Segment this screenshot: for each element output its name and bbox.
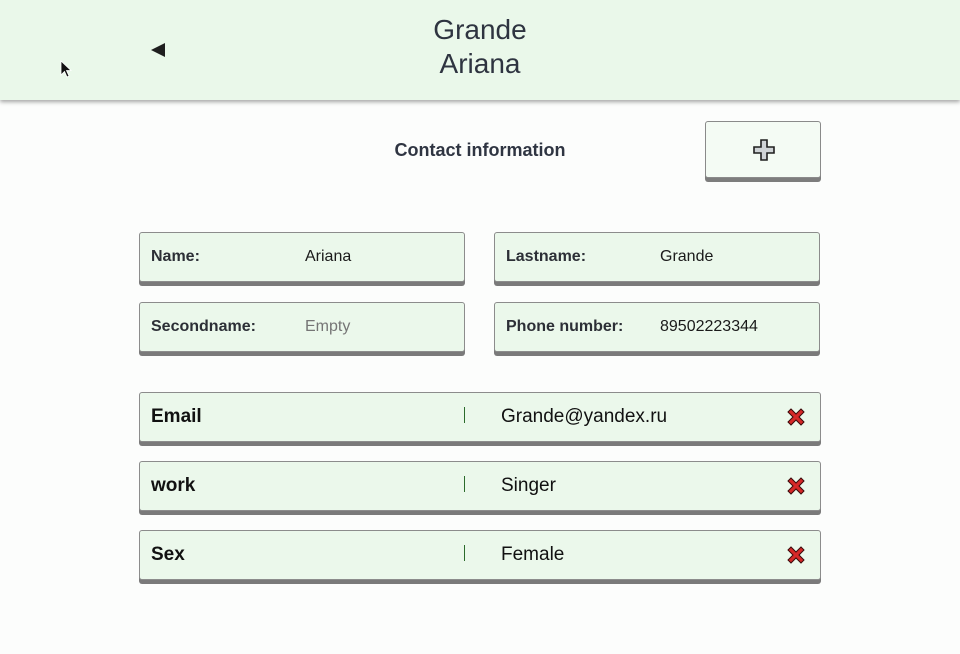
mouse-cursor-icon [60,60,73,83]
name-label: Name: [151,248,200,265]
back-triangle-icon [151,43,165,57]
row-key: work [151,475,196,496]
plus-icon [753,139,775,161]
phone-input[interactable] [660,318,810,336]
delete-x-icon[interactable] [785,406,807,428]
back-button[interactable] [148,40,170,60]
row-divider [464,545,465,561]
lastname-input[interactable] [660,248,810,266]
row-key: Email [151,406,202,427]
app-header: Grande Ariana [0,0,960,100]
name-field: Name: [139,232,465,282]
extra-field-row-sex: Sex Female [139,530,821,580]
name-input[interactable] [305,248,455,266]
secondname-input[interactable] [305,318,455,336]
extra-field-row-email: Email Grande@yandex.ru [139,392,821,442]
title-line-firstname: Ariana [439,48,521,79]
delete-x-icon[interactable] [785,475,807,497]
extra-field-row-work: work Singer [139,461,821,511]
row-value[interactable]: Female [501,544,564,566]
lastname-field: Lastname: [494,232,820,282]
row-divider [464,407,465,423]
contact-name-title: Grande Ariana [330,13,630,81]
add-field-button[interactable] [705,121,821,178]
title-line-lastname: Grande [433,14,527,45]
lastname-label: Lastname: [506,248,587,265]
secondname-field: Secondname: [139,302,465,352]
delete-x-icon[interactable] [785,544,807,566]
row-key: Sex [151,544,185,565]
secondname-label: Secondname: [151,318,256,335]
phone-label: Phone number: [506,318,624,335]
row-divider [464,476,465,492]
section-title: Contact information [394,140,566,160]
row-value[interactable]: Grande@yandex.ru [501,406,667,428]
row-value[interactable]: Singer [501,475,556,497]
phone-field: Phone number: [494,302,820,352]
